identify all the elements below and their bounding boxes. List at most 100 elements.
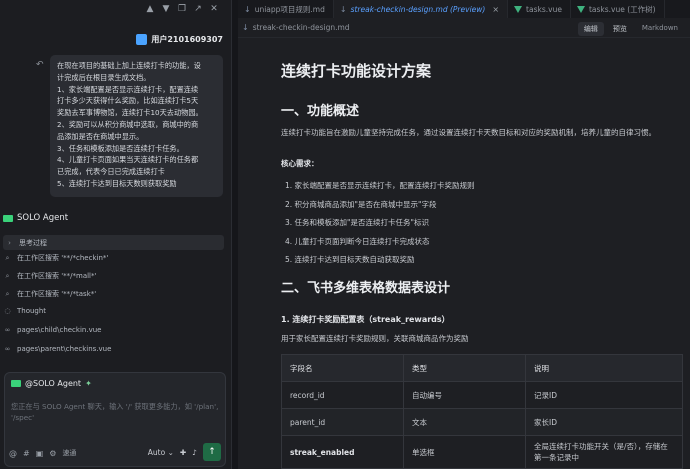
file-view-icon: ∞	[4, 326, 11, 334]
table-cell: 文本	[404, 409, 526, 435]
subsection-heading: 1. 连续打卡奖励配置表（streak_rewards）	[281, 315, 450, 324]
editor-tab[interactable]: tasks.vue	[508, 0, 571, 18]
settings-icon[interactable]: ⚙	[49, 449, 56, 458]
breadcrumb-file[interactable]: streak-checkin-design.md	[253, 23, 350, 32]
tab-label: tasks.vue	[526, 4, 562, 14]
message-line: 打卡多少天获得什么奖励，比如连续打卡5天	[57, 96, 199, 106]
table-header-row: 字段名 类型 说明	[282, 355, 682, 382]
table-cell: 家长ID	[534, 417, 557, 427]
list-item: 4. 儿童打卡页面判断今日连续打卡完成状态	[285, 236, 430, 246]
table-cell: 全局连续打卡功能开关（是/否），存储在第一条记录中	[534, 442, 668, 462]
message-line: 1、家长端配置是否显示连续打卡，配置连续	[57, 84, 199, 94]
thumbs-up-icon[interactable]: ▲	[145, 4, 155, 14]
sparkle-icon: ✦	[85, 379, 92, 388]
mic-icon[interactable]: ♪	[192, 448, 197, 457]
send-button[interactable]: ↑	[203, 443, 221, 461]
table-cell: 说明	[534, 363, 549, 373]
message-line: 4、儿童打卡页面如果当天连续打卡的任务都	[57, 155, 199, 165]
agent-mention[interactable]: @SOLO Agent ✦	[11, 379, 92, 388]
core-label: 核心需求：	[281, 159, 319, 168]
delete-icon[interactable]: ✕	[209, 4, 219, 14]
chevron-right-icon: ›	[8, 238, 11, 247]
search-icon: ⌕	[5, 253, 10, 262]
agent-title: SOLO Agent	[17, 213, 69, 223]
search-icon: ⌕	[5, 289, 10, 298]
chat-tools: @ # ▣ ⚙ 速通	[9, 448, 76, 458]
table-cell: 自动编号	[404, 382, 526, 408]
user-header: 用户2101609307	[136, 34, 223, 45]
table-cell: 单选框	[404, 436, 526, 468]
editor-tab[interactable]: tasks.vue (工作树)	[571, 0, 665, 18]
mode-preview-button[interactable]: 预览	[607, 22, 633, 36]
editor-tab[interactable]: ↓ streak-checkin-design.md (Preview) ×	[333, 0, 509, 18]
table-row: streak_enabled 单选框 全局连续打卡功能开关（是/否），存储在第一条记…	[282, 436, 682, 468]
step-label: pages\child\checkin.vue	[17, 326, 102, 334]
copy-icon[interactable]: ❐	[177, 4, 187, 14]
markdown-file-icon: ↓	[339, 4, 347, 14]
message-line: 5、连续打卡达到目标天数则获取奖励	[57, 178, 177, 188]
chevron-down-icon: ⌄	[167, 447, 174, 457]
section-heading: 一、功能概述	[281, 104, 360, 119]
table-cell: 记录ID	[534, 390, 557, 400]
mode-markdown-button[interactable]: Markdown	[636, 22, 684, 36]
agent-step[interactable]: ∞ pages\parent\checkins.vue	[3, 345, 112, 353]
agent-step[interactable]: ⌕ 在工作区搜索 '**/*checkin*'	[3, 253, 109, 263]
model-select[interactable]: Auto ⌄	[148, 448, 174, 457]
table-cell: record_id	[282, 382, 404, 408]
message-line: 品添加是否在商城中显示。	[57, 131, 144, 141]
editor-panel: ↓ uniapp项目规则.md ↓ streak-checkin-design.md …	[238, 0, 690, 469]
table-cell: 字段名	[282, 355, 404, 381]
step-label: 在工作区搜索 '**/*task*'	[17, 290, 97, 298]
share-icon[interactable]: ↗	[193, 4, 203, 14]
message-line: 2、奖励可以从积分商城中选取，商城中的商	[57, 119, 199, 129]
file-view-icon: ∞	[4, 345, 11, 353]
paragraph: 连续打卡功能旨在激励儿童坚持完成任务，通过设置连续打卡天数目标和对应的奖励机制，…	[281, 128, 656, 137]
step-label: 思考过程	[19, 238, 47, 247]
message-line: 3、任务和模板添加是否连续打卡任务。	[57, 143, 184, 153]
chat-input-box[interactable]: @SOLO Agent ✦ 您正在与 SOLO Agent 聊天，输入 '/' …	[4, 372, 226, 467]
thought-icon: ◌	[4, 307, 11, 315]
hash-icon[interactable]: #	[23, 449, 30, 458]
step-label: Thought	[17, 307, 47, 315]
table-cell: 类型	[404, 355, 526, 381]
paragraph: 用于家长配置连续打卡奖励规则，关联商城商品作为奖励	[281, 334, 469, 343]
undo-icon[interactable]: ↶	[36, 60, 44, 70]
mode-chip[interactable]: 速通	[62, 448, 76, 458]
at-icon[interactable]: @	[9, 449, 17, 458]
app-window: ▲ ▼ ❐ ↗ ✕ 用户2101609307 ↶ 在现在项目的基础上加上连续打卡…	[0, 0, 690, 469]
search-icon: ⌕	[5, 271, 10, 280]
mode-edit-button[interactable]: 编辑	[577, 22, 604, 36]
chat-input-placeholder[interactable]: 您正在与 SOLO Agent 聊天，输入 '/' 获取更多能力，如 '/pla…	[11, 401, 221, 423]
mention-label: @SOLO Agent	[25, 379, 82, 388]
markdown-file-icon: ↓	[242, 23, 249, 32]
list-item: 5. 连续打卡达到目标天数自动获取奖励	[285, 255, 415, 264]
table-row: record_id 自动编号 记录ID	[282, 382, 682, 409]
step-label: 在工作区搜索 '**/*mall*'	[17, 272, 97, 280]
attach-icon[interactable]: ✚	[180, 448, 186, 457]
close-icon[interactable]: ×	[492, 5, 499, 14]
tab-label: uniapp项目规则.md	[254, 4, 325, 14]
message-actions: ▲ ▼ ❐ ↗ ✕	[145, 4, 219, 14]
image-icon[interactable]: ▣	[36, 449, 44, 458]
user-name: 用户2101609307	[151, 35, 223, 44]
agent-header: SOLO Agent	[3, 213, 68, 223]
agent-step[interactable]: ∞ pages\child\checkin.vue	[3, 326, 102, 334]
step-label: pages\parent\checkins.vue	[17, 345, 112, 353]
agent-step[interactable]: ⌕ 在工作区搜索 '**/*task*'	[3, 289, 97, 299]
solo-agent-icon	[3, 214, 13, 222]
agent-step[interactable]: ⌕ 在工作区搜索 '**/*mall*'	[3, 271, 97, 281]
message-line: 计完成后在根目录生成文档。	[57, 72, 151, 82]
list-item: 3. 任务和模板添加"是否连续打卡任务"标识	[285, 218, 429, 227]
editor-tab[interactable]: ↓ uniapp项目规则.md	[238, 0, 334, 18]
chat-actions: Auto ⌄ ✚ ♪ ↑	[148, 443, 221, 461]
thumbs-down-icon[interactable]: ▼	[161, 4, 171, 14]
vue-file-icon	[514, 5, 523, 13]
user-message-bubble: 在现在项目的基础上加上连续打卡的功能，设 计完成后在根目录生成文档。 1、家长端配置…	[50, 55, 223, 197]
chat-panel: ▲ ▼ ❐ ↗ ✕ 用户2101609307 ↶ 在现在项目的基础上加上连续打卡…	[0, 0, 232, 469]
agent-step[interactable]: › 思考过程	[3, 235, 224, 250]
table-cell: parent_id	[282, 409, 404, 435]
tab-label: tasks.vue (工作树)	[588, 4, 656, 14]
avatar	[136, 34, 148, 45]
fields-table: 字段名 类型 说明 record_id 自动编号 记录ID parent_id 文本 家长ID s…	[281, 354, 683, 469]
agent-step[interactable]: ◌ Thought	[3, 307, 46, 315]
